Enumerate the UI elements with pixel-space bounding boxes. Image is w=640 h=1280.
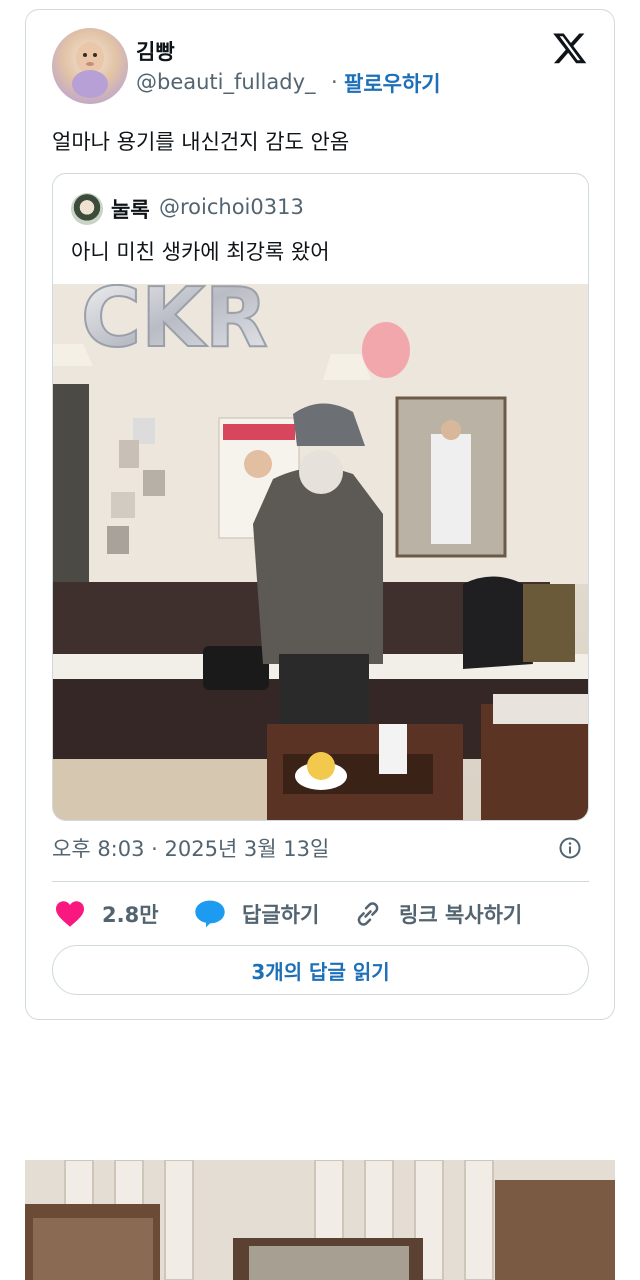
balloon-letters: CKR [81,284,268,366]
avatar-figure-icon [72,42,108,98]
read-replies-button[interactable]: 3개의 답글 읽기 [52,945,589,995]
follow-button[interactable]: 팔로우하기 [344,68,441,98]
heart-icon [56,901,84,927]
info-icon[interactable] [558,836,582,860]
tweet-timestamp[interactable]: 오후 8:03 · 2025년 3월 13일 [52,833,329,863]
quoted-author-name[interactable]: 눌록 [111,194,150,224]
reply-button[interactable]: 답글하기 [194,896,319,932]
copy-link-button[interactable]: 링크 복사하기 [353,896,522,932]
author-avatar[interactable] [52,28,128,104]
reply-bubble-icon [195,900,225,928]
like-button[interactable]: 2.8만 [54,896,159,932]
author-name[interactable]: 김빵 [136,36,175,66]
quoted-photo[interactable]: CKR [53,284,589,821]
link-icon [357,902,379,926]
second-photo[interactable] [25,1160,615,1280]
quoted-tweet-text: 아니 미친 생카에 최강록 왔어 [71,240,330,264]
x-logo-icon[interactable] [552,30,588,66]
reply-label: 답글하기 [242,903,320,927]
copy-link-label: 링크 복사하기 [399,903,523,927]
quoted-tweet[interactable]: 눌록 @roichoi0313 아니 미친 생카에 최강록 왔어 CKR [52,173,589,821]
like-count: 2.8만 [102,903,159,927]
quoted-author-avatar[interactable] [71,193,103,225]
separator-dot: · [331,70,338,94]
quoted-author-handle[interactable]: @roichoi0313 [159,195,304,219]
tweet-text: 얼마나 용기를 내신건지 감도 안옴 [52,130,350,154]
divider [52,881,589,882]
author-handle[interactable]: @beauti_fullady_ [136,70,316,94]
tweet-card: 김빵 @beauti_fullady_ · 팔로우하기 얼마나 용기를 내신건지… [25,9,615,1020]
